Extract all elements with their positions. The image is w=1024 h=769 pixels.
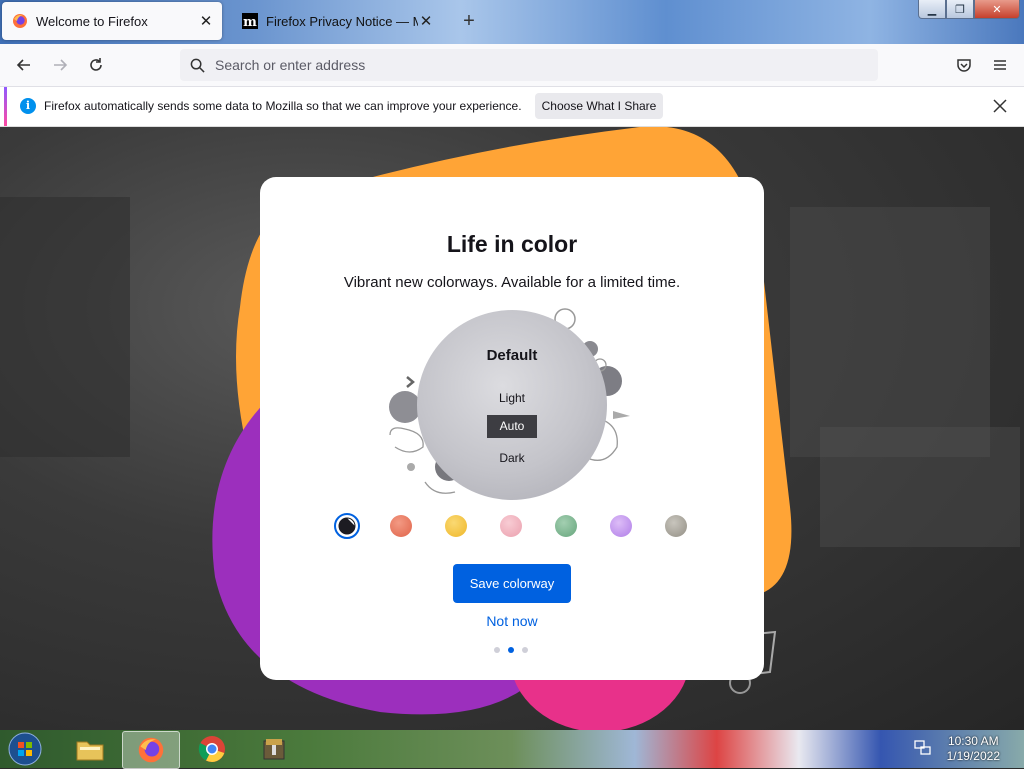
theme-name: Default — [486, 347, 538, 364]
tab-strip: Welcome to Firefox ✕ m Firefox Privacy N… — [0, 0, 1024, 44]
search-input[interactable] — [213, 56, 857, 74]
search-icon — [190, 58, 205, 73]
swatch-green[interactable] — [555, 515, 577, 537]
notification-text: Firefox automatically sends some data to… — [44, 99, 522, 113]
pocket-icon — [957, 59, 971, 72]
windows-explorer-icon — [76, 741, 104, 761]
forward-arrow-icon — [54, 59, 68, 71]
chrome-taskbar-button[interactable] — [184, 731, 240, 767]
not-now-link[interactable]: Not now — [260, 613, 764, 629]
page-dot-active — [508, 647, 514, 653]
back-arrow-icon — [16, 59, 30, 71]
swatch-red[interactable] — [390, 515, 412, 537]
page-dot — [494, 647, 500, 653]
firefox-icon — [138, 737, 164, 763]
theme-preview: Default Light Auto Dark — [417, 310, 607, 500]
choose-what-i-share-button[interactable]: Choose What I Share — [535, 93, 663, 119]
address-bar[interactable] — [180, 49, 878, 81]
close-tab-icon[interactable]: ✕ — [418, 13, 434, 30]
card-subtitle: Vibrant new colorways. Available for a l… — [343, 274, 681, 291]
option-auto[interactable]: Auto — [487, 415, 537, 438]
save-colorway-button[interactable]: Save colorway — [453, 564, 571, 603]
windows-logo-icon — [8, 732, 42, 766]
option-dark[interactable]: Dark — [417, 451, 607, 465]
tab-label: Firefox Privacy Notice — Mozilla — [266, 13, 418, 29]
close-notification-icon[interactable] — [990, 96, 1010, 116]
mozilla-m-icon: m — [242, 13, 258, 29]
forward-button[interactable] — [46, 51, 74, 79]
new-tab-button[interactable]: + — [458, 10, 480, 32]
firefox-icon — [12, 13, 28, 29]
start-button[interactable] — [4, 731, 46, 767]
network-icon[interactable] — [914, 740, 932, 761]
close-tab-icon[interactable]: ✕ — [198, 13, 214, 30]
tab-label: Welcome to Firefox — [36, 13, 148, 29]
option-light[interactable]: Light — [417, 391, 607, 405]
reload-button[interactable] — [82, 51, 110, 79]
system-clock[interactable]: 10:30 AM 1/19/2022 — [947, 734, 1000, 764]
page-content: Life in color Vibrant new colorways. Ava… — [0, 127, 1024, 730]
info-icon: i — [20, 98, 36, 114]
tab-privacy-notice[interactable]: m Firefox Privacy Notice — Mozilla ✕ — [232, 2, 442, 40]
svg-text:m: m — [243, 15, 257, 29]
swatch-yellow[interactable] — [445, 515, 467, 537]
menu-button[interactable] — [986, 51, 1014, 79]
swatch-default[interactable] — [334, 513, 360, 539]
clock-time: 10:30 AM — [947, 734, 999, 748]
chrome-icon — [198, 736, 225, 762]
archive-taskbar-button[interactable] — [246, 731, 302, 767]
taskbar: 10:30 AM 1/19/2022 — [0, 730, 1024, 769]
archive-icon — [263, 739, 285, 760]
reload-icon — [90, 58, 102, 71]
swatch-grey[interactable] — [665, 515, 687, 537]
navigation-bar — [0, 44, 1024, 87]
hamburger-menu-icon — [994, 60, 1006, 70]
back-button[interactable] — [10, 51, 38, 79]
swatch-pink[interactable] — [500, 515, 522, 537]
close-window-button[interactable]: ✕ — [974, 0, 1020, 19]
swatch-purple[interactable] — [610, 515, 632, 537]
windows-explorer-button[interactable] — [62, 731, 118, 767]
pagination-dots — [492, 647, 532, 655]
window-controls: ▁ ❐ ✕ — [918, 0, 1020, 19]
notification-accent — [4, 87, 7, 126]
clock-date: 1/19/2022 — [946, 749, 1000, 763]
firefox-taskbar-button[interactable] — [122, 731, 180, 769]
pocket-button[interactable] — [950, 51, 978, 79]
card-title: Life in color — [446, 231, 578, 257]
restore-button[interactable]: ❐ — [946, 0, 974, 19]
notification-bar: i Firefox automatically sends some data … — [0, 87, 1024, 127]
colorway-card: Life in color Vibrant new colorways. Ava… — [260, 177, 764, 680]
colorway-swatches — [332, 513, 692, 541]
page-dot — [522, 647, 528, 653]
tab-welcome[interactable]: Welcome to Firefox ✕ — [2, 2, 222, 40]
minimize-button[interactable]: ▁ — [918, 0, 946, 19]
